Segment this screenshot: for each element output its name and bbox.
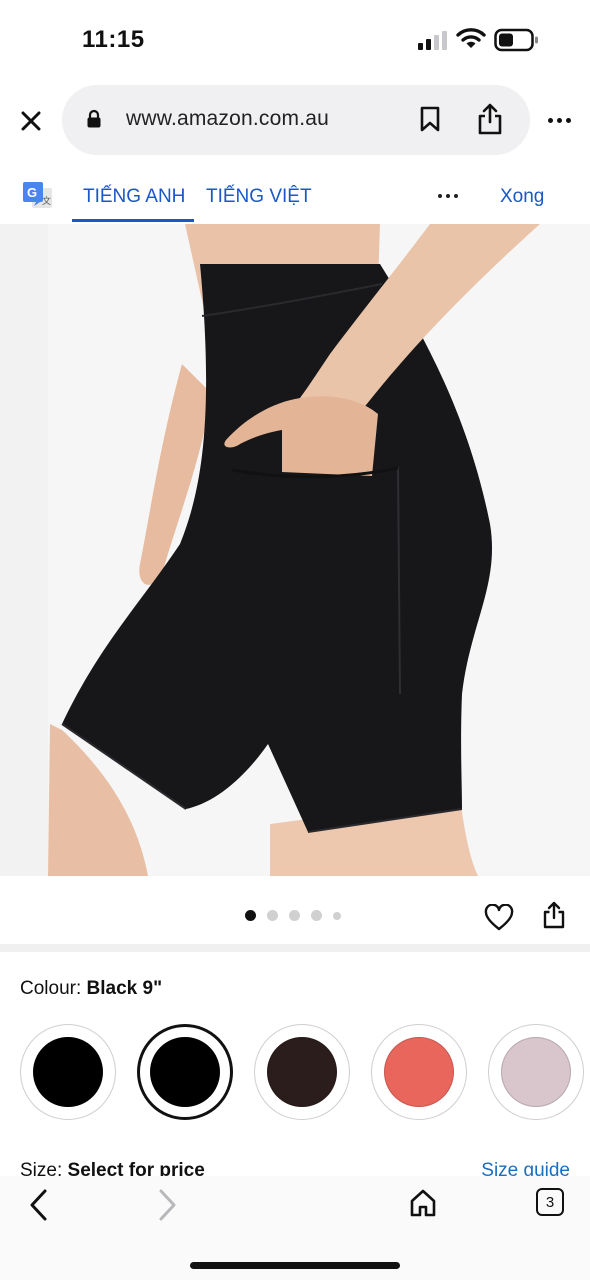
bookmark-icon[interactable] [418,105,442,133]
more-dot [556,117,562,123]
carousel-dot[interactable] [311,910,322,921]
carousel-dot[interactable] [245,910,256,921]
swatch-dark-brown[interactable] [254,1024,350,1120]
url-text[interactable]: www.amazon.com.au [126,107,329,131]
share-icon[interactable] [475,102,505,136]
swatch-fill [33,1037,103,1107]
swatch-fill [384,1037,454,1107]
translate-more-button[interactable] [438,194,458,198]
swatch-fill [267,1037,337,1107]
home-indicator [190,1262,400,1269]
close-icon [21,111,41,131]
active-tab-indicator [72,219,194,222]
carousel-dot[interactable] [289,910,300,921]
tabs-count-button[interactable]: 3 [536,1188,564,1216]
wifi-icon [456,28,486,48]
wishlist-heart-icon[interactable] [484,904,514,932]
more-dot [565,117,571,123]
cellular-signal-icon [418,30,447,50]
swatch-fill [150,1037,220,1107]
product-share-icon[interactable] [541,900,567,930]
translate-bar: G 文 TIẾNG ANH TIẾNG VIỆT Xong [0,168,590,224]
colour-label: Colour: Black 9" [20,978,162,1000]
swatch-black[interactable] [20,1024,116,1120]
forward-arrow-icon[interactable] [154,1188,180,1222]
battery-icon [494,28,538,52]
colour-value: Black 9" [86,978,163,999]
svg-text:G: G [27,185,37,200]
svg-text:文: 文 [42,195,51,207]
home-icon[interactable] [408,1188,438,1218]
carousel-dots[interactable] [245,910,341,921]
carousel-dot[interactable] [267,910,278,921]
status-time: 11:15 [82,26,145,53]
size-label[interactable]: Size: Select for price [20,1160,205,1176]
swatch-black-9[interactable] [137,1024,233,1120]
status-bar: 11:15 [0,0,590,80]
swatch-fill [501,1037,571,1107]
more-options-button[interactable] [543,108,575,132]
carousel-dot[interactable] [333,911,341,920]
swatch-coral[interactable] [371,1024,467,1120]
swatch-lilac-grey[interactable] [488,1024,584,1120]
source-language-tab[interactable]: TIẾNG ANH [83,186,185,208]
back-arrow-icon[interactable] [26,1188,52,1222]
close-button[interactable] [14,104,48,138]
translate-done-button[interactable]: Xong [500,186,544,208]
lock-icon [87,109,101,128]
target-language-tab[interactable]: TIẾNG VIỆT [206,186,312,208]
size-row: Size: Select for price Size guide [20,1160,572,1176]
section-divider [0,944,590,952]
address-bar[interactable]: www.amazon.com.au [62,85,530,155]
size-guide-link[interactable]: Size guide [481,1160,570,1176]
google-translate-icon: G 文 [23,182,52,208]
colour-label-text: Colour: [20,978,87,999]
more-dot [547,117,553,123]
product-image[interactable] [0,224,590,876]
product-photo [0,224,590,876]
